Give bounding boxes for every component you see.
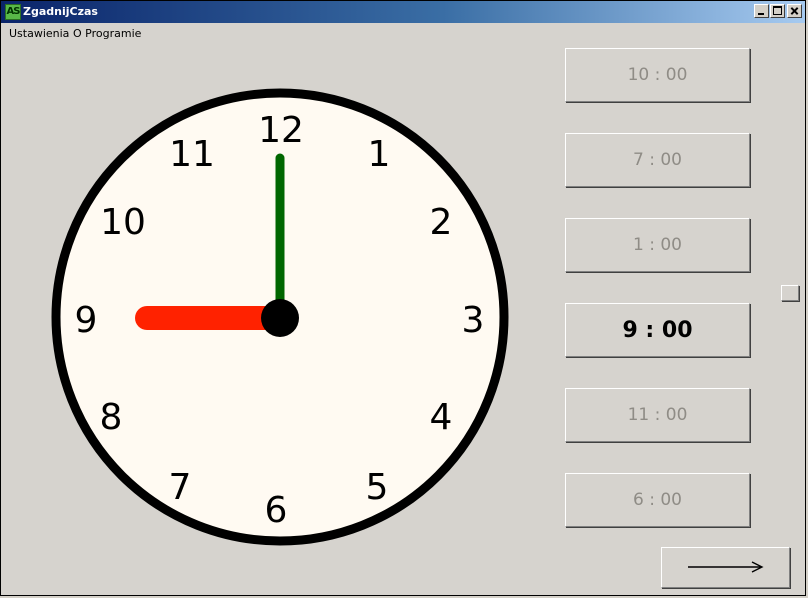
clock-number-6: 6: [265, 490, 288, 531]
clock-number-10: 10: [100, 202, 146, 243]
menu-bar: Ustawienia O Programie: [1, 23, 805, 43]
app-icon: AS: [5, 4, 21, 20]
answer-option-3[interactable]: 1 : 00: [565, 218, 750, 272]
clock-number-11: 11: [169, 134, 215, 175]
clock-number-2: 2: [430, 202, 453, 243]
answer-option-4[interactable]: 9 : 00: [565, 303, 750, 357]
clock-number-7: 7: [169, 467, 192, 508]
maximize-icon[interactable]: [770, 4, 785, 18]
clock-number-5: 5: [366, 467, 389, 508]
clock-number-9: 9: [75, 300, 98, 341]
answer-option-5[interactable]: 11 : 00: [565, 388, 750, 442]
answer-option-6[interactable]: 6 : 00: [565, 473, 750, 527]
minimize-icon[interactable]: [754, 4, 769, 18]
app-window: AS ZgadnijCzas Ustawienia O Programie 12…: [0, 0, 806, 596]
menu-about[interactable]: O Programie: [73, 27, 141, 40]
next-button[interactable]: [661, 547, 790, 588]
answer-option-2[interactable]: 7 : 00: [565, 133, 750, 187]
clock-center-pin: [261, 299, 299, 337]
clock-number-3: 3: [462, 300, 485, 341]
side-toggle-button[interactable]: [781, 285, 799, 301]
clock-number-12: 12: [258, 110, 304, 151]
clock-number-8: 8: [100, 397, 123, 438]
clock-number-4: 4: [430, 397, 453, 438]
title-bar[interactable]: AS ZgadnijCzas: [1, 1, 805, 23]
answer-option-1[interactable]: 10 : 00: [565, 48, 750, 102]
clock-number-1: 1: [368, 134, 391, 175]
close-icon[interactable]: [787, 4, 802, 18]
menu-settings[interactable]: Ustawienia: [9, 27, 69, 40]
analog-clock: 12 1 2 3 4 5 6 7 8 9 10 11: [49, 86, 511, 548]
arrow-right-icon: [688, 561, 764, 573]
window-title: ZgadnijCzas: [23, 5, 98, 18]
